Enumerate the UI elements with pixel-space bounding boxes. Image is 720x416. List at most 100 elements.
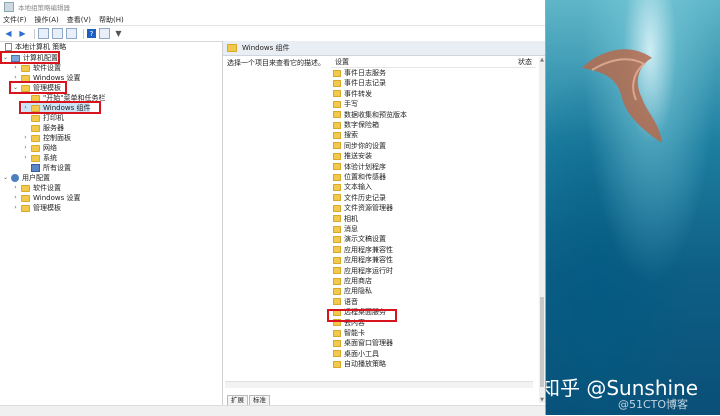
view-icon[interactable]	[99, 28, 110, 39]
tree-label: 打印机	[43, 114, 64, 122]
expand-arrow-icon[interactable]: ›	[22, 133, 29, 143]
tree-windows-settings[interactable]: › Windows 设置	[12, 73, 80, 83]
scroll-down-icon[interactable]: ▼	[539, 397, 545, 403]
list-item[interactable]: 智能卡	[331, 328, 365, 338]
details-header: Windows 组件	[223, 41, 545, 56]
list-item[interactable]: 桌面窗口管理器	[331, 338, 393, 348]
tree-system[interactable]: › 系统	[22, 153, 57, 163]
folder-icon	[333, 79, 341, 87]
menu-action[interactable]: 操作(A)	[35, 15, 59, 25]
list-item[interactable]: 事件日志服务	[331, 68, 386, 78]
tree-admin-templates[interactable]: ⌄ 管理模板	[12, 83, 61, 93]
folder-icon	[333, 246, 341, 254]
list-item[interactable]: 应用程序运行时	[331, 266, 393, 276]
tree-all-settings[interactable]: 所有设置	[22, 163, 71, 173]
gpedit-window: 本地组策略编辑器 文件(F) 操作(A) 查看(V) 帮助(H) ◀ ▶ ? ▼…	[0, 0, 546, 416]
list-item-label: 远程桌面服务	[344, 308, 386, 317]
expand-arrow-icon[interactable]: ›	[12, 183, 19, 193]
view-tabs: 扩展 标准	[227, 395, 271, 405]
collapse-arrow-icon[interactable]: ⌄	[2, 53, 9, 63]
forward-arrow-icon[interactable]: ▶	[17, 28, 28, 39]
list-item[interactable]: 远程桌面服务	[331, 307, 386, 317]
expand-arrow-icon[interactable]: ›	[22, 103, 29, 113]
list-item[interactable]: 体验计划程序	[331, 162, 386, 172]
list-item[interactable]: 语音	[331, 297, 358, 307]
list-item[interactable]: 同步你的设置	[331, 141, 386, 151]
list-item[interactable]: 手写	[331, 99, 358, 109]
list-item[interactable]: 数字保险箱	[331, 120, 379, 130]
collapse-arrow-icon[interactable]: ⌄	[12, 83, 19, 93]
list-item[interactable]: 应用隐私	[331, 286, 372, 296]
column-setting[interactable]: 设置	[335, 57, 349, 67]
tree-control-panel[interactable]: › 控制面板	[22, 133, 71, 143]
folder-icon	[333, 256, 341, 264]
tree-user-admin-templates[interactable]: › 管理模板	[12, 203, 61, 213]
tree-label: Windows 组件	[43, 104, 91, 112]
list-item[interactable]: 云内容	[331, 318, 365, 328]
list-item[interactable]: 数据收集和预览版本	[331, 110, 407, 120]
expand-arrow-icon[interactable]: ›	[12, 63, 19, 73]
tree-root-label: 本地计算机 策略	[15, 43, 67, 51]
list-item[interactable]: 文本输入	[331, 182, 372, 192]
list-item[interactable]: 演示文稿设置	[331, 234, 386, 244]
tree-printers[interactable]: 打印机	[22, 113, 64, 123]
list-item[interactable]: 应用商店	[331, 276, 372, 286]
tree-windows-components[interactable]: › Windows 组件	[22, 103, 91, 113]
collapse-arrow-icon[interactable]: ⌄	[2, 173, 9, 183]
scroll-up-icon[interactable]: ▲	[539, 57, 545, 63]
list-item[interactable]: 位置和传感器	[331, 172, 386, 182]
tree-server[interactable]: 服务器	[22, 123, 64, 133]
tree-start-menu[interactable]: "开始"菜单和任务栏	[22, 93, 105, 103]
list-item[interactable]: 应用程序兼容性	[331, 255, 393, 265]
ribbon-decoration	[582, 49, 662, 143]
tree-network[interactable]: › 网络	[22, 143, 57, 153]
tree-user-windows-settings[interactable]: › Windows 设置	[12, 193, 80, 203]
menu-view[interactable]: 查看(V)	[67, 15, 91, 25]
list-item[interactable]: 搜索	[331, 130, 358, 140]
list-item[interactable]: 事件转发	[331, 89, 372, 99]
window-title: 本地组策略编辑器	[18, 4, 70, 12]
tab-standard[interactable]: 标准	[249, 395, 270, 405]
tree-computer-config[interactable]: ⌄ 计算机配置	[2, 53, 58, 63]
list-item[interactable]: 事件日志记录	[331, 78, 386, 88]
horizontal-scrollbar[interactable]	[225, 381, 533, 388]
list-item-label: 手写	[344, 100, 358, 109]
list-item[interactable]: 文件资源管理器	[331, 203, 393, 213]
help-icon[interactable]: ?	[87, 29, 96, 38]
list-item[interactable]: 消息	[331, 224, 358, 234]
list-item-label: 文本输入	[344, 183, 372, 192]
folder-icon	[31, 94, 40, 102]
tree-software-settings[interactable]: › 软件设置	[12, 63, 61, 73]
folder-icon	[21, 204, 30, 212]
column-state[interactable]: 状态	[518, 57, 532, 67]
folder-icon	[333, 121, 341, 129]
list-item[interactable]: 相机	[331, 214, 358, 224]
vertical-scrollbar[interactable]: ▲ ▼	[539, 57, 545, 403]
expand-arrow-icon[interactable]: ›	[12, 73, 19, 83]
tree-user-config[interactable]: ⌄ 用户配置	[2, 173, 50, 183]
list-item[interactable]: 桌面小工具	[331, 349, 379, 359]
expand-arrow-icon[interactable]: ›	[12, 203, 19, 213]
show-hide-tree-icon[interactable]	[38, 28, 49, 39]
tree-user-software-settings[interactable]: › 软件设置	[12, 183, 61, 193]
list-item[interactable]: 推送安装	[331, 151, 372, 161]
folder-icon	[31, 104, 40, 112]
export-list-icon[interactable]	[66, 28, 77, 39]
list-item[interactable]: 文件历史记录	[331, 193, 386, 203]
list-item-label: 桌面窗口管理器	[344, 339, 393, 348]
filter-icon[interactable]: ▼	[113, 28, 124, 39]
expand-arrow-icon[interactable]: ›	[22, 143, 29, 153]
back-arrow-icon[interactable]: ◀	[3, 28, 14, 39]
list-item[interactable]: 应用程序兼容性	[331, 245, 393, 255]
menu-help[interactable]: 帮助(H)	[99, 15, 124, 25]
list-item[interactable]: 自动播放策略	[331, 359, 386, 369]
expand-arrow-icon[interactable]: ›	[12, 193, 19, 203]
tab-extended[interactable]: 扩展	[227, 395, 248, 405]
expand-arrow-icon[interactable]: ›	[22, 153, 29, 163]
tree-label: 管理模板	[33, 84, 61, 92]
menu-file[interactable]: 文件(F)	[3, 15, 27, 25]
scrollbar-thumb[interactable]	[540, 297, 544, 387]
properties-icon[interactable]	[52, 28, 63, 39]
computer-config-label: 计算机配置	[23, 54, 58, 62]
tree-root[interactable]: 本地计算机 策略	[2, 42, 66, 52]
